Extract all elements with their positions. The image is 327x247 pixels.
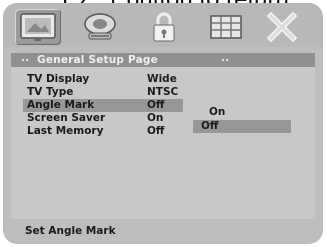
settings-panel: TV Display Wide TV Type NTSC Angle Mark … — [11, 67, 315, 219]
setting-row-tv-display[interactable]: TV Display Wide — [11, 73, 315, 86]
setting-value: Wide — [147, 73, 177, 85]
audio-speaker-icon[interactable] — [77, 9, 123, 45]
setting-value: Off — [147, 125, 165, 137]
status-text: Set Angle Mark — [25, 225, 116, 237]
setting-row-tv-type[interactable]: TV Type NTSC — [11, 86, 315, 99]
general-setup-icon[interactable] — [15, 9, 61, 45]
submenu-option-off[interactable]: Off — [193, 120, 291, 133]
setting-label: TV Display — [27, 73, 90, 85]
title-right-dots: .. — [221, 52, 230, 64]
setting-label: TV Type — [27, 86, 74, 98]
status-bar: Set Angle Mark — [11, 223, 315, 239]
page-title: General Setup Page — [37, 54, 158, 66]
setting-row-angle-mark[interactable]: Angle Mark Off — [11, 99, 315, 112]
preference-grid-icon[interactable] — [203, 9, 249, 45]
setting-value: Off — [147, 99, 165, 111]
setting-value: NTSC — [147, 86, 179, 98]
exit-x-icon[interactable] — [259, 9, 305, 45]
page-title-bar: .. General Setup Page .. — [11, 52, 315, 67]
setup-icon-bar — [3, 3, 323, 47]
setting-label: Last Memory — [27, 125, 104, 137]
submenu-option-on[interactable]: On — [201, 106, 269, 119]
setting-label: Screen Saver — [27, 112, 106, 124]
setting-label: Angle Mark — [27, 99, 95, 111]
title-left-dots: .. — [21, 52, 30, 64]
lock-icon[interactable] — [141, 9, 187, 45]
osd-setup-screen: .. General Setup Page .. TV Display Wide… — [3, 3, 323, 244]
setting-value: On — [147, 112, 164, 124]
